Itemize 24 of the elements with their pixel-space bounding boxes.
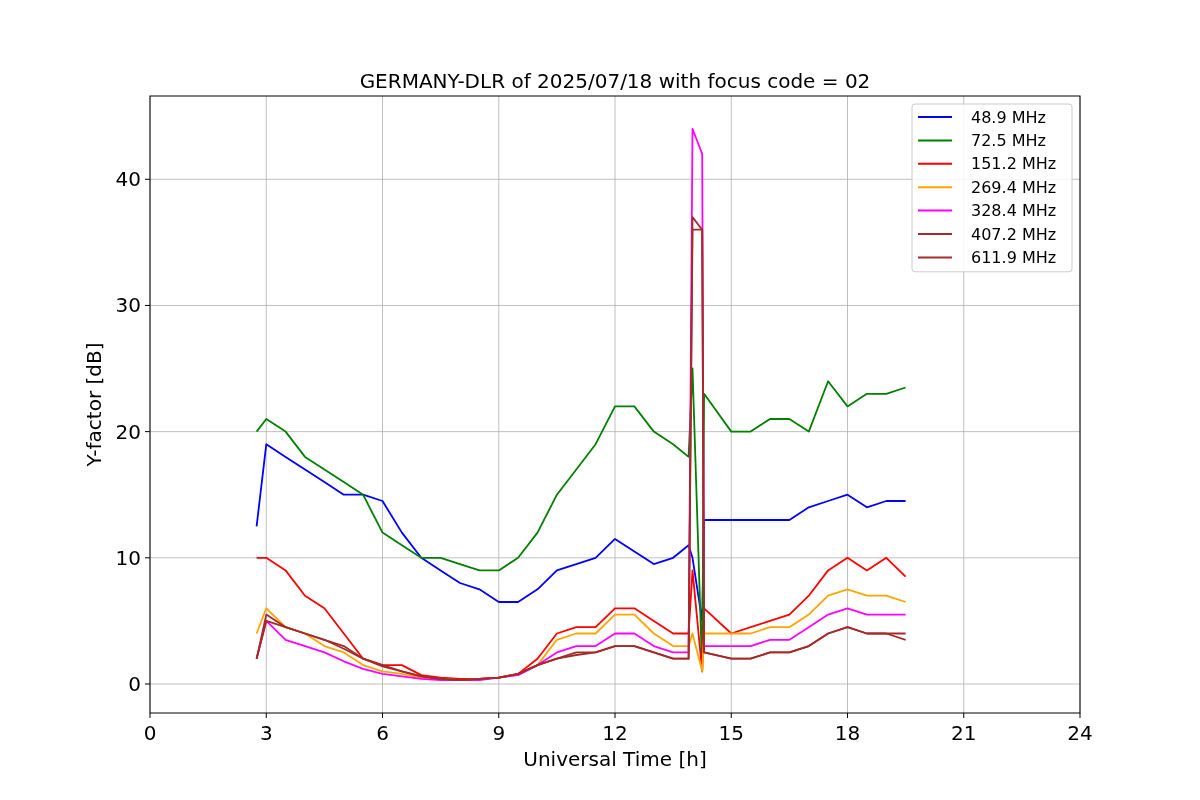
legend-label: 328.4 MHz [971, 201, 1057, 221]
legend-label: 72.5 MHz [971, 130, 1046, 150]
x-tick-label: 12 [602, 721, 628, 745]
y-tick-label: 10 [115, 545, 141, 570]
y-tick-label: 20 [115, 419, 141, 444]
chart-title: GERMANY-DLR of 2025/07/18 with focus code = 02 [359, 69, 871, 93]
x-tick-label: 6 [376, 721, 389, 745]
legend-label: 48.9 MHz [971, 107, 1046, 127]
legend-label: 407.2 MHz [971, 224, 1057, 244]
legend-label: 151.2 MHz [971, 154, 1057, 174]
x-tick-label: 9 [492, 721, 506, 745]
x-tick-label: 0 [143, 721, 157, 745]
legend-label: 611.9 MHz [971, 247, 1057, 267]
x-tick-label: 21 [951, 721, 977, 745]
y-axis-label: Y-factor [dB] [82, 342, 106, 467]
x-tick-label: 24 [1067, 721, 1093, 745]
legend-label: 269.4 MHz [971, 177, 1057, 197]
y-tick-label: 0 [128, 672, 141, 696]
x-axis-label: Universal Time [h] [523, 747, 707, 771]
y-tick-label: 30 [115, 293, 141, 318]
x-tick-label: 15 [718, 721, 744, 745]
x-tick-label: 3 [259, 721, 273, 745]
y-tick-label: 40 [115, 167, 141, 192]
x-tick-label: 18 [834, 721, 861, 745]
